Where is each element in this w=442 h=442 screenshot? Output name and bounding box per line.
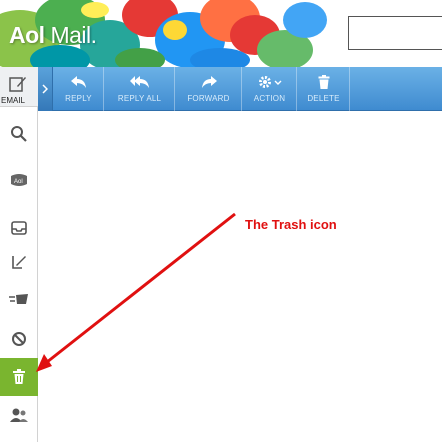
forward-icon bbox=[201, 76, 217, 88]
compose-icon bbox=[9, 77, 26, 92]
rail-trash[interactable] bbox=[0, 358, 38, 396]
collapse-toggle[interactable] bbox=[38, 67, 53, 111]
forward-button[interactable]: FORWARD bbox=[176, 67, 242, 111]
logo-aol-text: Aol bbox=[9, 22, 45, 48]
inbox-tray-icon bbox=[11, 221, 27, 235]
search-input[interactable] bbox=[348, 16, 442, 50]
left-rail: EMAIL Aol bbox=[0, 67, 38, 442]
rail-aol-inbox[interactable]: Aol bbox=[0, 162, 38, 200]
compose-email-button[interactable]: EMAIL bbox=[0, 67, 38, 107]
reply-all-icon bbox=[129, 76, 149, 88]
reply-icon bbox=[70, 76, 86, 88]
rail-drafts[interactable] bbox=[0, 243, 38, 281]
logo-mail-text: Mail. bbox=[50, 22, 97, 48]
trash-annotation-label: The Trash icon bbox=[245, 217, 337, 232]
svg-text:Aol: Aol bbox=[14, 179, 23, 185]
secondary-icon-strip bbox=[38, 108, 68, 442]
contacts-icon bbox=[10, 408, 28, 422]
delete-button[interactable]: DELETE bbox=[298, 67, 350, 111]
action-button[interactable]: ACTION bbox=[243, 67, 297, 111]
aol-mail-logo[interactable]: Aol Mail. bbox=[9, 22, 97, 49]
reply-all-button[interactable]: REPLY ALL bbox=[105, 67, 175, 111]
delete-label: DELETE bbox=[307, 94, 340, 103]
action-label: ACTION bbox=[253, 94, 286, 103]
reply-all-label: REPLY ALL bbox=[117, 94, 162, 103]
message-toolbar: REPLY REPLY ALL FORWARD ACTION DELETE bbox=[38, 67, 442, 111]
rail-search[interactable] bbox=[0, 115, 38, 153]
rail-contacts[interactable] bbox=[0, 396, 38, 434]
search-icon bbox=[11, 126, 27, 142]
reply-label: REPLY bbox=[65, 94, 92, 103]
aol-inbox-icon: Aol bbox=[11, 174, 27, 186]
header: Aol Mail. bbox=[0, 0, 442, 67]
trash-icon bbox=[13, 369, 25, 384]
chevron-right-icon bbox=[42, 84, 48, 94]
forward-label: FORWARD bbox=[187, 94, 230, 103]
reply-button[interactable]: REPLY bbox=[54, 67, 104, 111]
rail-sent[interactable] bbox=[0, 280, 38, 318]
gear-icon bbox=[258, 76, 281, 88]
drafts-icon bbox=[12, 256, 26, 269]
spam-icon bbox=[12, 332, 26, 346]
compose-label: EMAIL bbox=[1, 96, 26, 105]
sent-icon bbox=[9, 294, 28, 304]
rail-inbox[interactable] bbox=[0, 209, 38, 247]
rail-spam[interactable] bbox=[0, 320, 38, 358]
trash-icon bbox=[318, 75, 329, 89]
